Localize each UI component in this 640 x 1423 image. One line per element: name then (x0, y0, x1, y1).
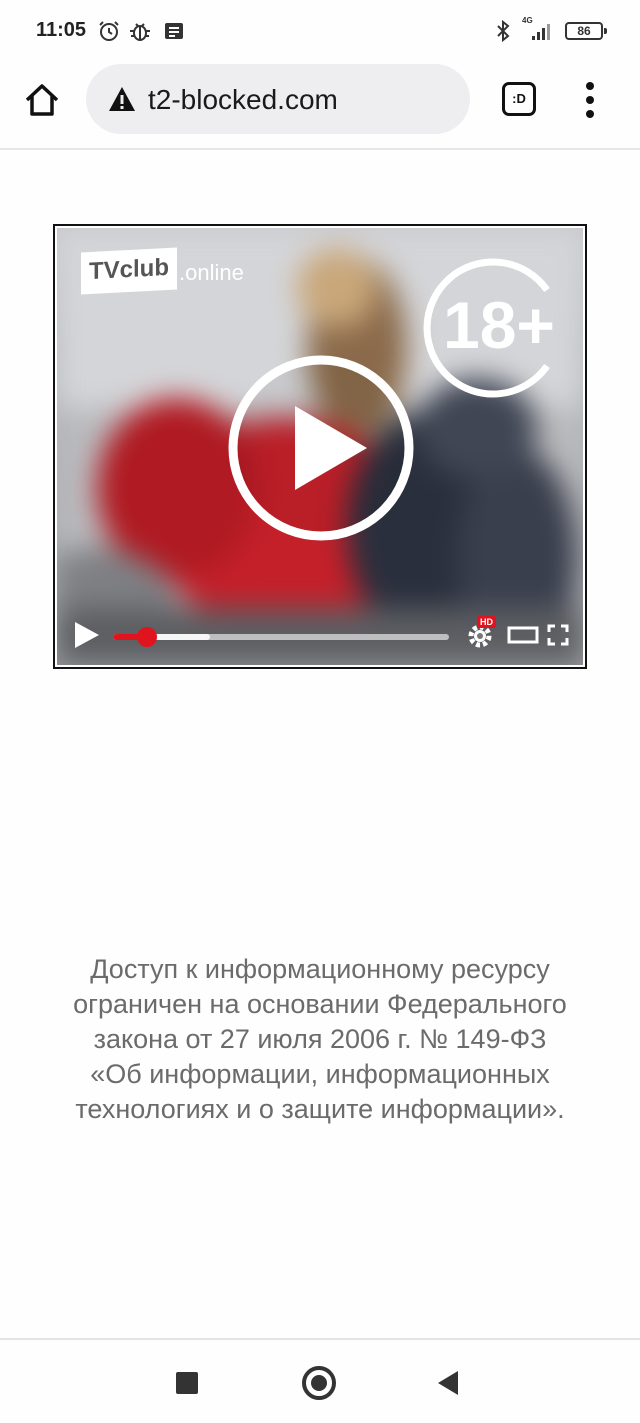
video-player[interactable]: TVclub .online 18+ HD (53, 224, 587, 669)
notice-line: технологиях и о защите информации». (75, 1094, 565, 1124)
age-rating-text: 18+ (443, 288, 555, 362)
warning-triangle-icon[interactable] (108, 86, 136, 112)
theater-mode-icon[interactable] (507, 625, 539, 645)
logo-suffix: .online (179, 259, 244, 285)
hd-badge: HD (477, 616, 496, 628)
message-icon (165, 23, 183, 39)
age-rating-badge: 18+ (423, 258, 555, 398)
home-circle-icon[interactable] (302, 1366, 336, 1400)
notice-line: ограничен на основании Федерального (73, 989, 567, 1019)
video-frame: TVclub .online 18+ HD (57, 228, 583, 665)
status-bar: 11:05 4G 86 (0, 0, 640, 60)
battery-indicator: 86 (565, 22, 607, 40)
progress-bar[interactable] (113, 627, 449, 647)
fullscreen-icon[interactable] (547, 624, 569, 646)
play-overlay-icon[interactable] (227, 354, 415, 542)
logo-main: TVclub (81, 247, 178, 295)
signal-icon (532, 24, 550, 40)
tvclub-logo: TVclub .online (81, 247, 244, 295)
block-notice: Доступ к информационному ресурсу огранич… (40, 952, 600, 1127)
tab-switcher-button[interactable]: :D (502, 82, 536, 116)
progress-knob[interactable] (136, 627, 157, 647)
back-triangle-icon[interactable] (438, 1371, 458, 1395)
alarm-icon (99, 21, 119, 41)
play-icon[interactable] (71, 620, 101, 650)
player-controls: HD (57, 616, 583, 656)
system-navigation-bar (0, 1338, 640, 1423)
address-bar[interactable]: t2-blocked.com (86, 64, 470, 134)
home-icon[interactable] (22, 80, 62, 120)
notice-line: Доступ к информационному ресурсу (90, 954, 550, 984)
notice-line: закона от 27 июля 2006 г. № 149-ФЗ (93, 1024, 547, 1054)
screen: 11:05 4G 86 t2-blocked.com:D TVclub .on… (0, 0, 640, 1423)
notice-line: «Об информации, информационных (90, 1059, 550, 1089)
recent-apps-icon[interactable] (176, 1372, 198, 1394)
overflow-menu-icon[interactable] (578, 80, 602, 120)
status-time: 11:05 (36, 19, 87, 41)
browser-toolbar: t2-blocked.com :D (0, 60, 640, 150)
bluetooth-icon (497, 19, 510, 43)
bug-icon (130, 23, 150, 41)
url-text[interactable]: t2-blocked.com (148, 84, 338, 116)
